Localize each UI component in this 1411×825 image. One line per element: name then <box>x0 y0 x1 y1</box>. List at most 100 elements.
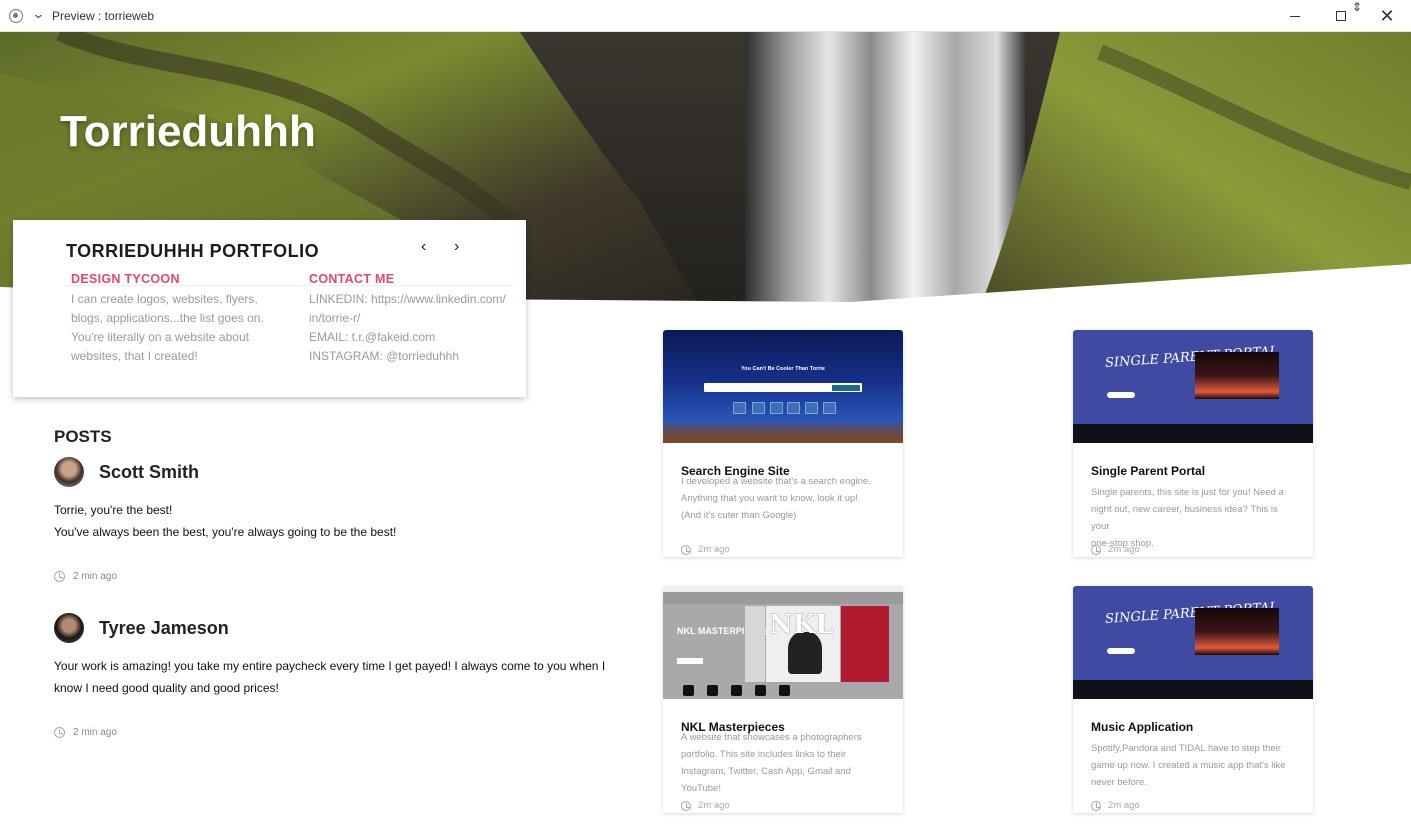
clock-icon <box>1091 544 1101 555</box>
avatar[interactable] <box>54 613 84 643</box>
portfolio-title: TORRIEDUHHH PORTFOLIO <box>66 241 320 261</box>
description-line: Instagram, Twitter, Cash App, Gmail and <box>681 766 851 777</box>
description-line: I developed a website that's a search en… <box>681 476 871 487</box>
chevron-down-icon[interactable]: ⌄ <box>31 6 45 22</box>
avatar[interactable] <box>54 457 84 487</box>
description-line: Spotify,Pandora and TIDAL have to step t… <box>1091 743 1281 754</box>
linkedin-link[interactable]: in/torrie-r/ <box>309 309 529 328</box>
close-button[interactable]: ✕ <box>1364 0 1410 32</box>
email-link[interactable]: EMAIL: t.r.@fakeid.com <box>309 328 529 347</box>
minimize-button[interactable] <box>1272 0 1318 32</box>
description-line: night out, new career, business idea? Th… <box>1091 504 1278 532</box>
project-description: I developed a website that's a search en… <box>681 473 887 524</box>
post-body: Torrie, you're the best! You've always b… <box>54 499 614 543</box>
portfolio-card: TORRIEDUHHH PORTFOLIO ‹ › DESIGN TYCOON … <box>13 220 526 397</box>
project-card[interactable]: NKL MASTERPIECES NKL NKL Masterpieces A … <box>663 586 903 813</box>
thumbnail-button <box>1107 392 1135 398</box>
chevron-left-icon[interactable]: ‹ <box>421 238 426 256</box>
thumbnail-photo <box>745 606 765 682</box>
project-card[interactable]: SINGLE PARENT PORTAL Music Application S… <box>1073 586 1313 813</box>
post: Scott Smith Torrie, you're the best! You… <box>54 457 614 587</box>
thumbnail-icon <box>805 402 818 414</box>
thumbnail-photo <box>841 606 889 682</box>
thumbnail-heading: You Can't Be Cooler Than Torrie <box>741 366 825 372</box>
post-time-text: 2 min ago <box>73 727 117 738</box>
post-line: know I need good quality and good prices… <box>54 681 279 695</box>
project-thumbnail[interactable]: SINGLE PARENT PORTAL <box>1073 330 1313 443</box>
cash-app-icon <box>755 685 766 696</box>
project-time-text: 2m ago <box>1108 544 1140 555</box>
description-line: Single parents, this site is just for yo… <box>1091 487 1284 498</box>
description-line: A website that showcases a photographers <box>681 732 862 743</box>
post-line: You've always been the best, you're alwa… <box>54 525 397 539</box>
project-card[interactable]: SINGLE PARENT PORTAL Single Parent Porta… <box>1073 330 1313 557</box>
post-line: Your work is amazing! you take my entire… <box>54 659 606 673</box>
description-line: Anything that you want to know, look it … <box>681 493 858 504</box>
project-timestamp: 2m ago <box>681 544 730 555</box>
close-icon: ✕ <box>1379 6 1395 26</box>
youtube-icon <box>683 685 694 696</box>
project-thumbnail[interactable]: NKL MASTERPIECES NKL <box>663 586 903 699</box>
design-line: blogs, applications...the list goes on. <box>71 311 264 325</box>
posts-heading: POSTS <box>54 427 112 446</box>
project-description: Spotify,Pandora and TIDAL have to step t… <box>1091 740 1297 791</box>
description-line: YouTube! <box>681 783 721 794</box>
instagram-link[interactable]: INSTAGRAM: @torrieduhhh <box>309 347 529 366</box>
chevron-right-icon[interactable]: › <box>454 238 459 256</box>
design-heading: DESIGN TYCOON <box>71 272 180 286</box>
design-line: You're literally on a website about <box>71 330 249 344</box>
project-thumbnail[interactable]: SINGLE PARENT PORTAL <box>1073 586 1313 699</box>
description-line: game up now. I created a music app that'… <box>1091 760 1286 771</box>
post-body: Your work is amazing! you take my entire… <box>54 655 614 699</box>
thumbnail-icon <box>787 402 800 414</box>
thumbnail-photo <box>1195 352 1279 399</box>
design-text: I can create logos, websites, flyers, bl… <box>71 290 291 366</box>
twitter-icon <box>779 685 790 696</box>
window-titlebar: ⌄ Preview : torrieweb ✕ ⇕ <box>0 0 1411 32</box>
mouse-cursor-icon: ⇕ <box>1352 0 1363 14</box>
project-time-text: 2m ago <box>698 800 730 811</box>
linkedin-link[interactable]: LINKEDIN: https://www.linkedin.com/ <box>309 290 529 309</box>
description-line: never before. <box>1091 777 1147 788</box>
contact-text: LINKEDIN: https://www.linkedin.com/ in/t… <box>309 290 529 366</box>
maximize-icon <box>1336 11 1346 21</box>
hero-title: Torrieduhhh <box>60 107 316 156</box>
thumbnail-social-icons <box>683 685 790 696</box>
thumbnail-footer <box>1073 424 1313 443</box>
description-line: portfolio. This site includes links to t… <box>681 749 847 760</box>
thumbnail-search-bar <box>704 383 862 392</box>
app-icon[interactable] <box>9 9 23 23</box>
instagram-icon <box>707 685 718 696</box>
project-timestamp: 2m ago <box>1091 544 1140 555</box>
clock-icon <box>1091 800 1101 811</box>
project-title[interactable]: Music Application <box>1091 720 1193 734</box>
description-line: (And it's cuter than Google) <box>681 510 797 521</box>
thumbnail-logo: NKL <box>769 610 834 640</box>
thumbnail-icon <box>770 402 783 414</box>
project-title[interactable]: Single Parent Portal <box>1091 464 1205 478</box>
design-section: DESIGN TYCOON I can create logos, websit… <box>71 272 291 366</box>
thumbnail-header <box>663 592 903 604</box>
post-author[interactable]: Scott Smith <box>99 462 199 483</box>
design-line: websites, that I created! <box>71 349 198 363</box>
thumbnail-icon <box>823 402 836 414</box>
thumbnail-footer <box>1073 680 1313 699</box>
thumbnail-button <box>1107 648 1135 654</box>
clock-icon <box>681 800 691 811</box>
project-description: Single parents, this site is just for yo… <box>1091 484 1297 552</box>
post-author[interactable]: Tyree Jameson <box>99 618 229 639</box>
project-card[interactable]: You Can't Be Cooler Than Torrie Search E… <box>663 330 903 557</box>
minimize-icon <box>1290 15 1300 17</box>
project-description: A website that showcases a photographers… <box>681 729 887 797</box>
thumbnail-photo <box>1195 608 1279 655</box>
post-header: Scott Smith <box>54 457 614 487</box>
thumbnail-icon <box>733 402 746 414</box>
post-header: Tyree Jameson <box>54 613 614 643</box>
project-time-text: 2m ago <box>1108 800 1140 811</box>
contact-heading: CONTACT ME <box>309 272 395 286</box>
clock-icon <box>54 571 65 582</box>
contact-section: CONTACT ME LINKEDIN: https://www.linkedi… <box>309 272 529 366</box>
project-thumbnail[interactable]: You Can't Be Cooler Than Torrie <box>663 330 903 443</box>
thumbnail-mountains <box>663 421 903 443</box>
project-timestamp: 2m ago <box>1091 800 1140 811</box>
